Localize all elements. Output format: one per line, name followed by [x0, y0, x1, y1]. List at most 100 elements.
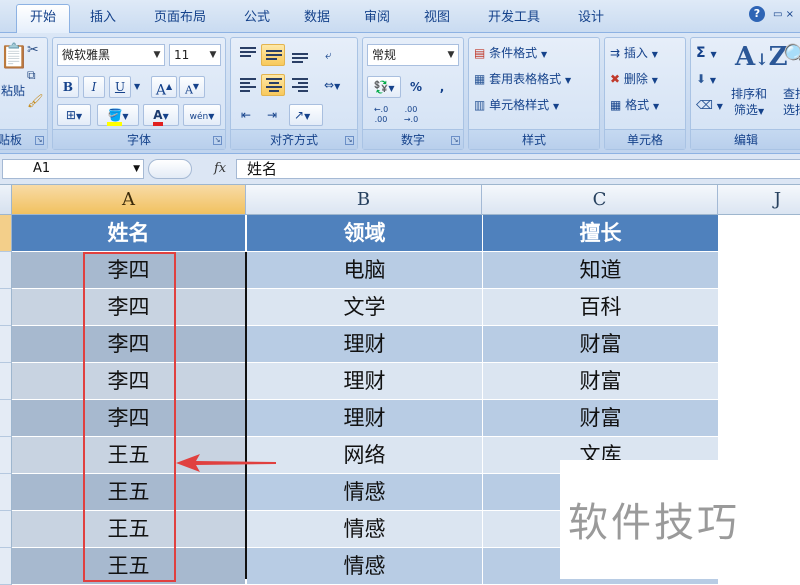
insert-cells-button[interactable]: ⇉ 插入 ▼	[609, 42, 685, 64]
formula-cancel-enter[interactable]	[148, 159, 192, 179]
table-cell[interactable]: 财富	[483, 400, 718, 437]
table-cell[interactable]: 财富	[483, 326, 718, 363]
percent-button[interactable]: %	[405, 76, 427, 98]
font-name-combo[interactable]: 微软雅黑 ▼	[57, 44, 165, 66]
increase-decimal-button[interactable]: ←.0.00	[367, 104, 395, 126]
tab-design[interactable]: 设计	[568, 8, 614, 28]
row-header[interactable]	[0, 474, 12, 511]
tab-data[interactable]: 数据	[294, 8, 340, 28]
grow-font-button[interactable]: A▲	[151, 76, 177, 99]
paste-icon[interactable]: 📋	[0, 42, 29, 70]
decrease-indent-button[interactable]: ⇤	[235, 104, 259, 126]
table-cell[interactable]: 理财	[247, 400, 482, 437]
row-header[interactable]	[0, 548, 12, 585]
name-box[interactable]: A1 ▼	[2, 159, 144, 179]
orientation-button[interactable]: ↗▼	[289, 104, 323, 126]
column-header-c[interactable]: C	[482, 185, 718, 215]
format-painter-icon[interactable]: 🖌	[27, 94, 44, 109]
row-header[interactable]	[0, 363, 12, 400]
paste-label[interactable]: 粘贴	[1, 82, 25, 99]
underline-button[interactable]: U	[109, 76, 131, 98]
fill-color-button[interactable]: 🪣▼	[97, 104, 139, 126]
tab-home[interactable]: 开始	[16, 4, 70, 34]
align-left-button[interactable]	[235, 74, 259, 96]
currency-button[interactable]: 💱▼	[367, 76, 401, 98]
shrink-font-button[interactable]: A▼	[179, 76, 205, 98]
align-center-button[interactable]	[261, 74, 285, 96]
table-cell[interactable]: 理财	[247, 363, 482, 400]
table-cell[interactable]: 网络	[247, 437, 482, 474]
find-select-button[interactable]: 查找选择	[783, 86, 800, 118]
font-size-combo[interactable]: 11 ▼	[169, 44, 221, 66]
row-header[interactable]	[0, 252, 12, 289]
align-top-button[interactable]	[235, 44, 259, 66]
copy-icon[interactable]: ⧉	[27, 68, 36, 83]
align-right-button[interactable]	[287, 74, 311, 96]
align-bottom-button[interactable]	[287, 44, 311, 66]
wrap-text-button[interactable]: ⤶	[319, 44, 343, 66]
number-format-combo[interactable]: 常规 ▼	[367, 44, 459, 66]
select-all-corner[interactable]	[0, 185, 12, 215]
header-cell-skill[interactable]: 擅长	[483, 215, 718, 252]
clipboard-launcher-icon[interactable]: ↘	[35, 136, 44, 145]
find-select-icon[interactable]: 🔍	[783, 44, 800, 69]
table-cell[interactable]: 情感	[247, 548, 482, 585]
ribbon-options-icon[interactable]: ▭ ×	[773, 9, 794, 20]
font-launcher-icon[interactable]: ↘	[213, 136, 222, 145]
chevron-down-icon[interactable]: ▼	[133, 160, 140, 178]
autosum-button[interactable]: Σ ▼	[695, 42, 727, 64]
header-cell-name[interactable]: 姓名	[12, 215, 245, 252]
row-header[interactable]	[0, 215, 12, 252]
tab-view[interactable]: 视图	[414, 8, 460, 28]
merge-center-button[interactable]: ⇔▼	[319, 74, 353, 96]
table-cell[interactable]: 情感	[247, 511, 482, 548]
format-cells-button[interactable]: ▦ 格式 ▼	[609, 94, 685, 116]
cut-icon[interactable]: ✂	[27, 42, 39, 58]
cell-styles-button[interactable]: ▥ 单元格样式 ▼	[473, 94, 597, 116]
delete-cells-button[interactable]: ✖ 删除 ▼	[609, 68, 685, 90]
table-cell[interactable]: 知道	[483, 252, 718, 289]
increase-indent-button[interactable]: ⇥	[261, 104, 285, 126]
tab-page-layout[interactable]: 页面布局	[140, 8, 220, 28]
row-header[interactable]	[0, 289, 12, 326]
table-cell[interactable]: 理财	[247, 326, 482, 363]
chevron-down-icon[interactable]: ▼	[444, 45, 458, 65]
row-header[interactable]	[0, 511, 12, 548]
phonetic-button[interactable]: wén▼	[183, 104, 221, 126]
font-color-button[interactable]: A▼	[143, 104, 179, 126]
formula-input[interactable]: 姓名	[236, 159, 800, 179]
table-cell[interactable]: 情感	[247, 474, 482, 511]
conditional-format-button[interactable]: ▤ 条件格式 ▼	[473, 42, 597, 64]
help-icon[interactable]: ?	[748, 6, 765, 22]
clear-button[interactable]: ⌫ ▼	[695, 94, 727, 116]
table-cell[interactable]: 财富	[483, 363, 718, 400]
comma-button[interactable]: ,	[431, 76, 453, 98]
sort-filter-button[interactable]: 排序和 筛选▼	[731, 86, 767, 120]
bold-button[interactable]: B	[57, 76, 79, 98]
chevron-down-icon[interactable]: ▼	[206, 45, 220, 65]
row-header[interactable]	[0, 400, 12, 437]
insert-function-button[interactable]: fx	[214, 159, 226, 179]
italic-button[interactable]: I	[83, 76, 105, 98]
column-header-a[interactable]: A	[12, 185, 246, 215]
column-header-j[interactable]: J	[718, 185, 800, 215]
tab-review[interactable]: 审阅	[354, 8, 400, 28]
row-header[interactable]	[0, 437, 12, 474]
column-header-b[interactable]: B	[246, 185, 482, 215]
format-as-table-button[interactable]: ▦ 套用表格格式 ▼	[473, 68, 597, 90]
header-cell-field[interactable]: 领域	[247, 215, 482, 252]
tab-formulas[interactable]: 公式	[234, 8, 280, 28]
row-header[interactable]	[0, 326, 12, 363]
table-cell[interactable]: 文学	[247, 289, 482, 326]
fill-button[interactable]: ⬇ ▼	[695, 68, 727, 90]
alignment-launcher-icon[interactable]: ↘	[345, 136, 354, 145]
number-launcher-icon[interactable]: ↘	[451, 136, 460, 145]
decrease-decimal-button[interactable]: .00 →.0	[397, 104, 425, 126]
tab-insert[interactable]: 插入	[80, 8, 126, 28]
align-middle-button[interactable]	[261, 44, 285, 66]
table-cell[interactable]: 百科	[483, 289, 718, 326]
table-cell[interactable]: 电脑	[247, 252, 482, 289]
chevron-down-icon[interactable]: ▼	[133, 76, 145, 98]
chevron-down-icon[interactable]: ▼	[150, 45, 164, 65]
sort-filter-icon[interactable]: A↓Z	[735, 42, 788, 72]
